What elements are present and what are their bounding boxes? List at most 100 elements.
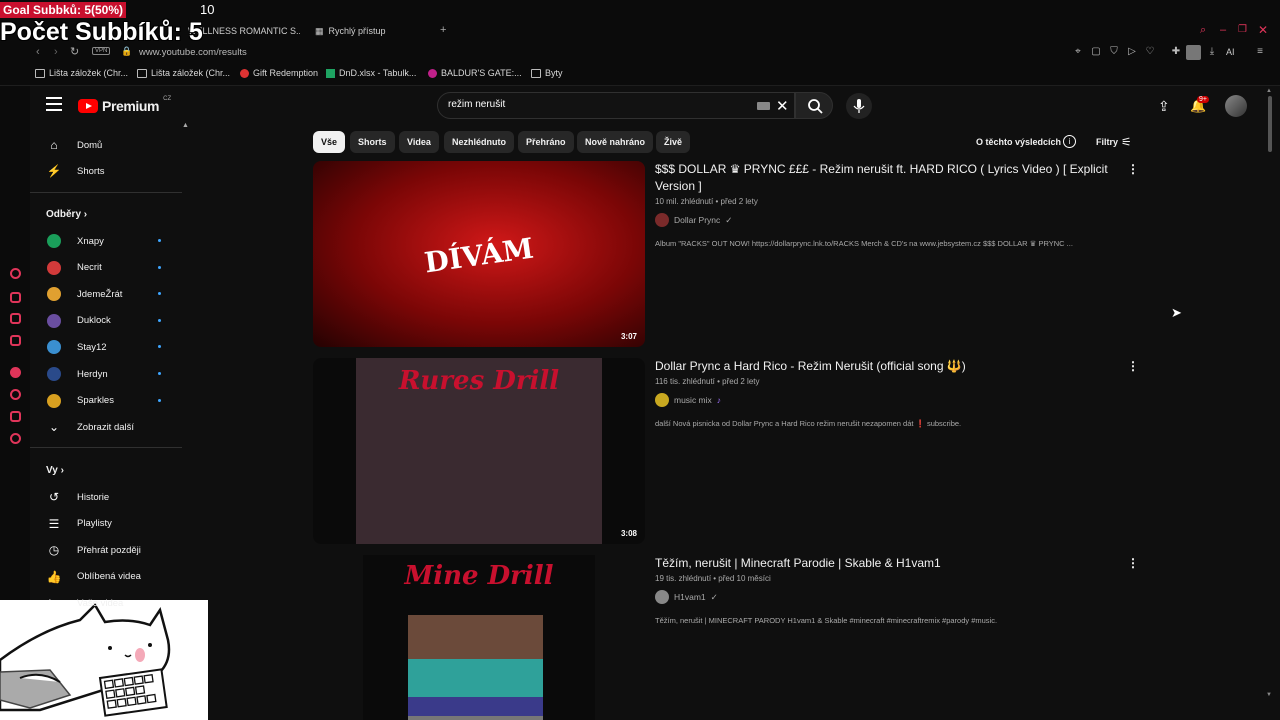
settings-side-icon[interactable] [10,433,21,444]
info-icon[interactable]: i [1063,135,1076,148]
ai-label: AI [1226,47,1235,57]
snapshot-icon[interactable]: ▢ [1090,46,1102,58]
chip-2[interactable]: Videa [399,131,439,153]
play-icon[interactable]: ▷ [1126,46,1138,58]
hamburger-menu-icon[interactable] [46,97,62,111]
channel-name: music mix [674,395,712,405]
sidebar-item-sub[interactable]: JdemeŽrát [30,281,182,307]
channel-avatar [655,590,669,604]
video-title[interactable]: $$$ DOLLAR ♛ PRYNC £££ - Režim nerušit f… [655,161,1115,195]
bookmark-baldur[interactable]: BALDUR'S GATE:... [428,68,522,78]
channel-link[interactable]: Dollar Prync ✓ [655,213,732,227]
chip-1[interactable]: Shorts [350,131,395,153]
subscriptions-heading[interactable]: Odběry › [46,209,87,220]
more-options-icon[interactable]: ⋮ [1127,359,1139,373]
chip-0[interactable]: Vše [313,131,346,153]
video-thumbnail[interactable]: DÍVÁM 3:07 [313,161,645,347]
chip-3[interactable]: Nezhlédnuto [444,131,514,153]
bag-icon[interactable] [10,292,21,303]
sidebar-item-history[interactable]: ↺ Historie [30,484,182,510]
filter-sliders-icon[interactable]: ⚟ [1121,135,1132,149]
chat-icon[interactable] [10,313,21,324]
url-field[interactable]: www.youtube.com/results [139,47,247,58]
sidebar-item-playlist[interactable]: ☰ Playlisty [30,511,182,537]
channel-link[interactable]: H1vam1 ✓ [655,590,718,604]
ai-button[interactable]: AI [1226,47,1235,57]
chip-4[interactable]: Přehráno [518,131,574,153]
sidebar-item-sub[interactable]: Herdyn [30,361,182,387]
heart-icon[interactable]: ♡ [1144,46,1156,58]
bookmark-byty[interactable]: Byty [531,68,563,78]
about-results-link[interactable]: O těchto výsledcích [976,137,1061,147]
shield-icon[interactable]: ⛉ [1108,46,1120,58]
thumbnail-title-text: Rures Drill [398,366,560,396]
restore-icon[interactable]: ❐ [1238,24,1247,35]
search-button[interactable] [795,92,833,119]
sidebar-item-sub[interactable]: Necrit [30,255,182,281]
forward-icon[interactable]: › [54,46,58,58]
music-icon[interactable] [10,367,21,378]
channel-avatar [47,393,61,408]
tab-wellness[interactable]: WELLNESS ROMANTIC S... [188,21,300,41]
bookmark-gift[interactable]: Gift Redemption [240,68,318,78]
profile-icon[interactable] [1186,45,1201,60]
bookmark-icon[interactable]: ⌖ [1072,46,1084,58]
chip-5[interactable]: Nově nahráno [577,131,654,153]
video-icon: ▶ [49,596,59,611]
sidebar-item-label: Vaše videa [77,597,124,609]
video-title[interactable]: Dollar Prync a Hard Rico - Režim Nerušit… [655,358,1115,375]
channel-link[interactable]: music mix ♪ [655,393,721,407]
chip-6[interactable]: Živě [656,131,691,153]
sidebar-item-sub[interactable]: Sparkles [30,388,182,414]
sidebar-item-label: Herdyn [77,368,108,380]
sidebar-item-sub[interactable]: Xnapy [30,228,182,254]
speed-dial-icon[interactable] [10,268,21,279]
vpn-badge[interactable]: VPN [92,47,111,55]
scroll-down-arrow[interactable]: ▼ [1266,692,1272,698]
sidebar-item-label: Historie [77,491,110,503]
keyboard-icon[interactable] [757,102,770,110]
clear-search-icon[interactable]: ✕ [776,97,789,115]
back-icon[interactable]: ‹ [36,46,40,58]
download-icon[interactable]: ⤓ [1206,46,1218,58]
sidebar-item-sub[interactable]: Stay12 [30,334,182,360]
more-options-icon[interactable]: ⋮ [1127,162,1139,176]
bookmark-folder-2[interactable]: Lišta záložek (Chr... [137,68,230,78]
sidebar-item-shorts[interactable]: ⚡ Shorts [30,158,182,184]
you-heading[interactable]: Vy › [46,465,64,476]
video-thumbnail[interactable]: Rures Drill 3:08 [313,358,645,544]
close-window-icon[interactable]: ✕ [1258,23,1268,37]
video-title[interactable]: Těžím, nerušit | Minecraft Parodie | Ska… [655,555,1115,572]
new-tab-button[interactable]: + [440,24,446,36]
voice-search-button[interactable] [846,93,872,119]
sidebar-item-thumb-up[interactable]: 👍 Oblíbená videa [30,564,182,590]
mail-icon[interactable] [10,335,21,346]
scrollbar[interactable] [1268,96,1272,152]
filters-button[interactable]: Filtry [1096,137,1118,147]
tab-quick-access[interactable]: ▦ Rychlý přístup [315,21,425,41]
sidebar-scroll-up-icon[interactable]: ▲ [182,122,189,129]
upload-icon[interactable]: ⇪ [1158,98,1170,115]
sidebar-item-video[interactable]: ▶ Vaše videa [30,590,182,616]
search-tabs-icon[interactable]: ⌕ [1200,24,1206,37]
sidebar-item-sub[interactable]: Duklock [30,308,182,334]
minimize-icon[interactable]: – [1220,24,1226,36]
sidebar-item-clock[interactable]: ◷ Přehrát později [30,537,182,563]
folder-icon [531,68,541,78]
history-side-icon[interactable] [10,389,21,400]
show-more-button[interactable]: ⌄ Zobrazit další [30,414,182,440]
video-meta: 19 tis. zhlédnutí • před 10 měsíci [655,574,771,583]
sidebar-item-home[interactable]: ⌂ Domů [30,132,182,158]
menu-icon[interactable]: ≡ [1254,46,1266,58]
bookmark-folder-1[interactable]: Lišta záložek (Chr... [35,68,128,78]
youtube-logo[interactable]: Premium CZ [78,96,171,114]
account-avatar[interactable] [1225,95,1247,117]
bookmark-sheet[interactable]: DnD.xlsx - Tabulk... [326,68,416,78]
extensions-icon[interactable]: ✚ [1170,46,1182,58]
sidebar-item-label: Stay12 [77,341,107,353]
bookmark-label: Byty [545,68,563,78]
video-thumbnail[interactable]: Mine Drill [313,555,645,720]
extensions-side-icon[interactable] [10,411,21,422]
scroll-up-arrow[interactable]: ▲ [1266,88,1272,94]
more-options-icon[interactable]: ⋮ [1127,556,1139,570]
